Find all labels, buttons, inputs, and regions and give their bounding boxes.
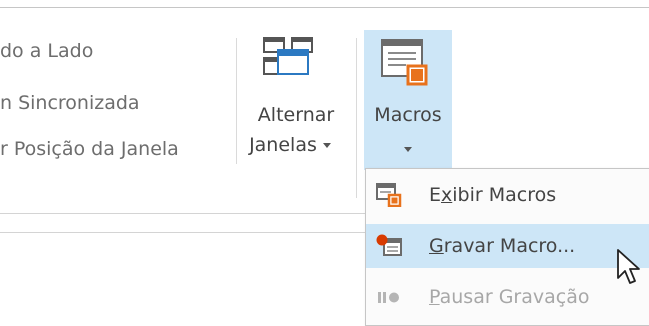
menu-item-view-macros-label: Exibir Macros <box>429 173 556 217</box>
mouse-pointer-icon <box>617 249 640 284</box>
macros-dropdown-menu: Exibir Macros Gravar Macro... Pausar Gra… <box>365 168 649 326</box>
macros-label: Macros <box>374 104 442 126</box>
accelerator-key: G <box>429 235 444 257</box>
menu-item-pause-recording-label: Pausar Gravação <box>429 275 589 319</box>
menu-item-pause-recording[interactable]: Pausar Gravação <box>366 275 649 319</box>
menu-item-record-macro[interactable]: Gravar Macro... <box>366 224 649 268</box>
accelerator-key: x <box>441 184 453 206</box>
switch-windows-label-2-row: Janelas <box>234 134 346 156</box>
chevron-down-icon <box>322 143 331 148</box>
group-separator-2 <box>356 38 357 198</box>
switch-windows-label-1: Alternar <box>257 104 335 126</box>
macros-button[interactable]: Macros <box>364 30 452 170</box>
chevron-down-icon <box>404 147 412 152</box>
menu-item-view-macros[interactable]: Exibir Macros <box>366 173 649 217</box>
switch-windows-icon <box>263 37 313 75</box>
menu-item-record-macro-label: Gravar Macro... <box>429 224 575 268</box>
macros-arrow-row <box>364 138 452 160</box>
accelerator-key: P <box>429 286 440 308</box>
label-part: ibir Macros <box>452 184 557 206</box>
reset-window-position-item[interactable]: r Posição da Janela <box>0 134 179 164</box>
switch-windows-button[interactable]: Alternar Janelas <box>240 30 352 170</box>
label-part: ausar Gravação <box>439 286 590 308</box>
label-part: E <box>429 184 442 206</box>
switch-windows-label-2: Janelas <box>249 134 317 156</box>
window-top-edge <box>0 0 649 8</box>
record-macro-icon <box>376 234 402 256</box>
view-macros-icon <box>376 183 402 207</box>
synchronous-scrolling-label: n Sincronizada <box>0 92 140 114</box>
label-part: ravar Macro... <box>443 235 576 257</box>
reset-window-position-label: r Posição da Janela <box>0 138 179 160</box>
pause-recording-icon <box>378 292 399 303</box>
side-by-side-item[interactable]: do a Lado <box>0 36 93 66</box>
macros-icon <box>381 39 428 86</box>
synchronous-scrolling-item[interactable]: n Sincronizada <box>0 88 140 118</box>
side-by-side-label: do a Lado <box>0 40 94 62</box>
